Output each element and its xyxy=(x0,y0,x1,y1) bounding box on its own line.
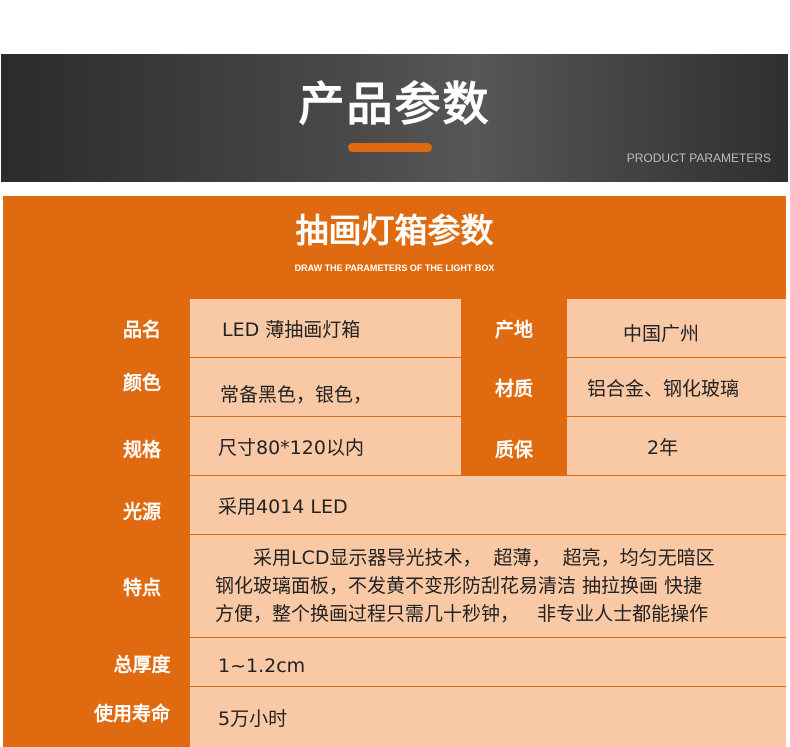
value-size: 尺寸80*120以内 xyxy=(190,417,461,475)
label-thickness: 总厚度 xyxy=(95,638,189,686)
value-color: 常备黑色，银色， xyxy=(190,358,461,416)
product-parameters-banner: 产品参数 PRODUCT PARAMETERS xyxy=(1,54,788,182)
label-features: 特点 xyxy=(95,535,189,637)
value-lifespan: 5万小时 xyxy=(190,687,786,747)
value-warranty: 2年 xyxy=(567,417,786,475)
value-material: 铝合金、钢化玻璃 xyxy=(567,358,786,416)
features-line: 方便，整个换画过程只需几十秒钟， 非专业人士都能操作 xyxy=(215,603,709,625)
features-line: 采用LCD显示器导光技术， 超薄， 超亮，均匀无暗区 xyxy=(215,547,715,569)
panel-title: 抽画灯箱参数 xyxy=(295,211,494,250)
label-warranty: 质保 xyxy=(462,417,566,475)
value-light-source: 采用4014 LED xyxy=(190,476,786,534)
banner-accent-bar xyxy=(348,143,432,152)
value-origin: 中国广州 xyxy=(567,299,786,357)
features-text: 采用LCD显示器导光技术， 超薄， 超亮，均匀无暗区 钢化玻璃面板，不发黄不变形… xyxy=(215,544,790,628)
banner-subtitle: PRODUCT PARAMETERS xyxy=(626,151,771,165)
label-origin: 产地 xyxy=(462,299,566,357)
label-color: 颜色 xyxy=(95,358,189,416)
panel-subtitle: DRAW THE PARAMETERS OF THE LIGHT BOX xyxy=(294,263,495,273)
value-product-name: LED 薄抽画灯箱 xyxy=(190,299,461,357)
label-material: 材质 xyxy=(462,358,566,416)
label-size: 规格 xyxy=(95,417,189,475)
label-product-name: 品名 xyxy=(95,299,189,357)
label-light-source: 光源 xyxy=(95,476,189,534)
value-thickness: 1~1.2cm xyxy=(190,638,786,686)
banner-title: 产品参数 xyxy=(298,77,491,131)
features-line: 钢化玻璃面板，不发黄不变形防刮花易清洁 抽拉换画 快捷 xyxy=(215,575,703,597)
label-lifespan: 使用寿命 xyxy=(75,687,189,747)
